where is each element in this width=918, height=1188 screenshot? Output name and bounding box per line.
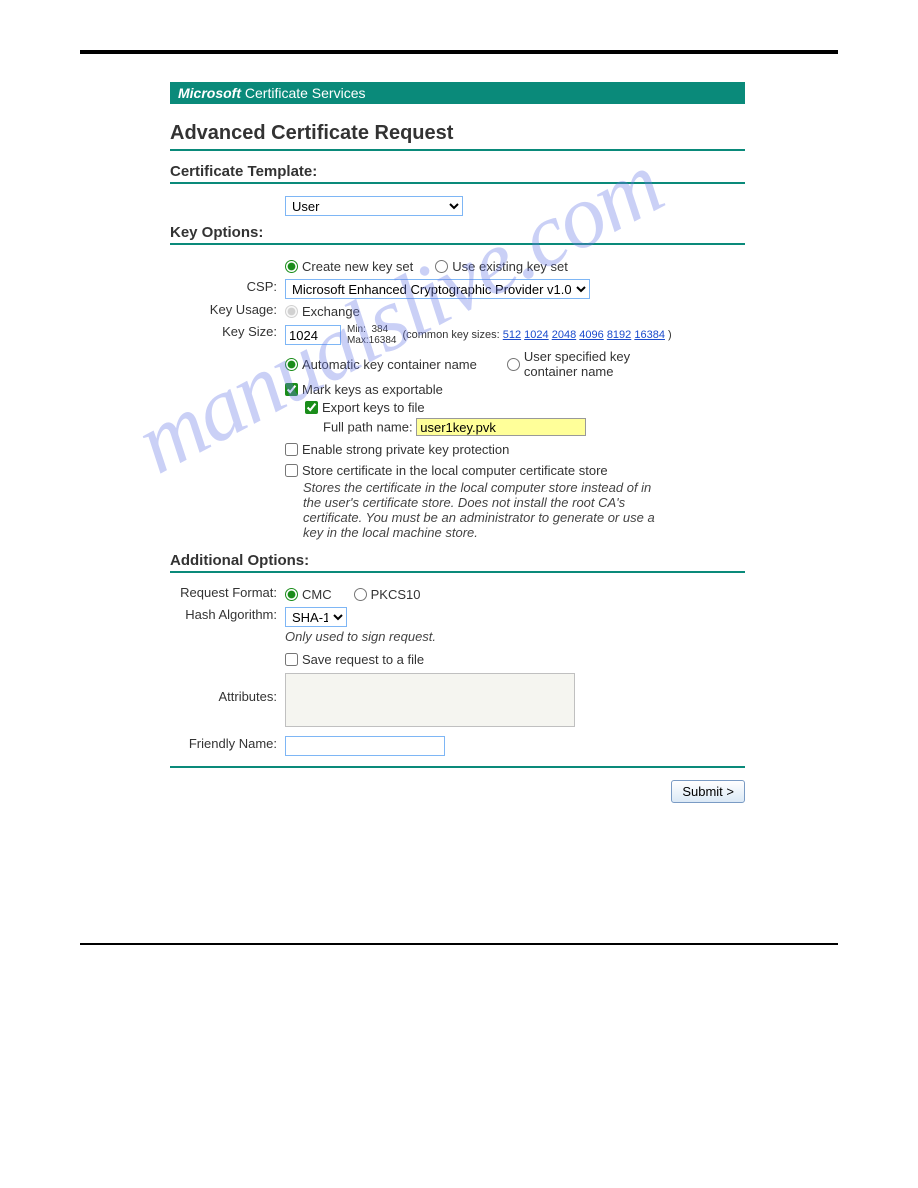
keysize-2048-link[interactable]: 2048 [552, 329, 576, 341]
cert-template-divider [170, 182, 745, 184]
export-to-file-checkbox[interactable] [305, 401, 318, 414]
brand-logo: Microsoft [178, 85, 241, 101]
hash-algorithm-label: Hash Algorithm: [170, 607, 285, 622]
save-request-checkbox[interactable] [285, 653, 298, 666]
friendly-name-input[interactable] [285, 736, 445, 756]
cert-template-label: Certificate Template: [170, 163, 745, 180]
submit-button[interactable]: Submit > [671, 780, 745, 803]
pkcs10-radio[interactable] [354, 588, 367, 601]
hash-note: Only used to sign request. [285, 629, 745, 644]
key-size-label: Key Size: [170, 324, 285, 339]
user-container-radio[interactable] [507, 358, 520, 371]
keysize-16384-link[interactable]: 16384 [634, 329, 665, 341]
store-local-checkbox[interactable] [285, 464, 298, 477]
key-usage-value: Exchange [302, 304, 360, 319]
keysize-1024-link[interactable]: 1024 [524, 329, 548, 341]
full-path-label: Full path name: [323, 420, 413, 435]
key-size-minmax: Min: 384 Max:16384 [347, 324, 396, 346]
save-request-label: Save request to a file [302, 652, 424, 667]
cmc-radio[interactable] [285, 588, 298, 601]
auto-container-radio[interactable] [285, 358, 298, 371]
use-existing-key-label: Use existing key set [452, 259, 568, 274]
header-suffix: Certificate Services [241, 85, 365, 101]
mark-exportable-checkbox[interactable] [285, 383, 298, 396]
create-new-key-radio[interactable] [285, 260, 298, 273]
export-to-file-label: Export keys to file [322, 400, 425, 415]
attributes-textarea[interactable] [285, 673, 575, 727]
title-divider [170, 149, 745, 151]
keysize-4096-link[interactable]: 4096 [579, 329, 603, 341]
csp-label: CSP: [170, 279, 285, 294]
strong-protection-checkbox[interactable] [285, 443, 298, 456]
store-local-label: Store certificate in the local computer … [302, 463, 608, 478]
top-rule [80, 50, 838, 54]
key-size-input[interactable] [285, 325, 341, 345]
cert-template-select[interactable]: User [285, 196, 463, 216]
auto-container-label: Automatic key container name [302, 357, 477, 372]
use-existing-key-radio[interactable] [435, 260, 448, 273]
bottom-form-divider [170, 766, 745, 768]
attributes-label: Attributes: [170, 673, 285, 704]
mark-exportable-label: Mark keys as exportable [302, 382, 443, 397]
keysize-8192-link[interactable]: 8192 [607, 329, 631, 341]
key-options-title: Key Options: [170, 224, 745, 241]
header-bar: Microsoft Certificate Services [170, 82, 745, 104]
page-title: Advanced Certificate Request [170, 122, 745, 145]
pkcs10-label: PKCS10 [371, 587, 421, 602]
create-new-key-label: Create new key set [302, 259, 413, 274]
full-path-input[interactable] [416, 418, 586, 436]
friendly-name-label: Friendly Name: [170, 736, 285, 751]
request-format-label: Request Format: [170, 585, 285, 600]
common-key-sizes: (common key sizes: 512 1024 2048 4096 81… [402, 329, 671, 341]
hash-algorithm-select[interactable]: SHA-1 [285, 607, 347, 627]
key-usage-exchange-radio [285, 305, 298, 318]
cmc-label: CMC [302, 587, 332, 602]
key-options-divider [170, 243, 745, 245]
bottom-rule [80, 943, 838, 945]
strong-protection-label: Enable strong private key protection [302, 442, 509, 457]
csp-select[interactable]: Microsoft Enhanced Cryptographic Provide… [285, 279, 590, 299]
keysize-512-link[interactable]: 512 [503, 329, 521, 341]
store-local-note: Stores the certificate in the local comp… [303, 480, 663, 540]
additional-options-divider [170, 571, 745, 573]
additional-options-title: Additional Options: [170, 552, 745, 569]
key-usage-label: Key Usage: [170, 302, 285, 317]
user-container-label: User specified key container name [524, 349, 657, 379]
